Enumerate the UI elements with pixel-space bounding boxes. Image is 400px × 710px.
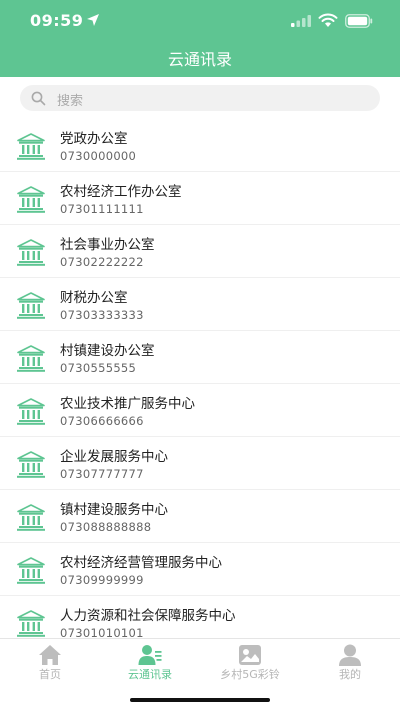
building-icon: [17, 504, 45, 531]
profile-icon: [339, 644, 361, 666]
list-item[interactable]: 企业发展服务中心 07307777777: [0, 437, 400, 490]
contact-phone: 07301111111: [60, 202, 144, 216]
contact-phone: 07307777777: [60, 467, 144, 481]
contact-phone: 07309999999: [60, 573, 144, 587]
home-icon: [39, 645, 61, 665]
tab-ringtone-label: 乡村5G彩铃: [220, 668, 280, 681]
contact-name: 镇村建设服务中心: [60, 502, 168, 518]
status-bar: 09:59: [0, 0, 400, 44]
ringtone-icon: [239, 645, 261, 665]
page-title: 云通讯录: [167, 50, 232, 69]
contact-phone: 0730000000: [60, 149, 137, 163]
tab-profile-label: 我的: [339, 668, 361, 681]
list-item[interactable]: 党政办公室 0730000000: [0, 119, 400, 172]
contact-phone: 07306666666: [60, 414, 144, 428]
contact-name: 村镇建设办公室: [60, 343, 155, 359]
list-item[interactable]: 财税办公室 07303333333: [0, 278, 400, 331]
list-item[interactable]: 农村经济工作办公室 07301111111: [0, 172, 400, 225]
contact-name: 党政办公室: [60, 131, 128, 147]
tab-home-label: 首页: [39, 668, 61, 681]
list-item[interactable]: 农村经济经营管理服务中心 07309999999: [0, 543, 400, 596]
contact-name: 人力资源和社会保障服务中心: [60, 608, 236, 624]
tab-ringtone[interactable]: 乡村5G彩铃: [200, 639, 300, 685]
home-indicator[interactable]: [130, 698, 270, 702]
contact-name: 企业发展服务中心: [60, 449, 168, 465]
list-item[interactable]: 社会事业办公室 07302222222: [0, 225, 400, 278]
search-icon: [31, 91, 46, 106]
building-icon: [17, 239, 45, 266]
building-icon: [17, 451, 45, 478]
cellular-signal-icon: [291, 15, 311, 27]
wifi-icon: [318, 13, 338, 27]
tab-profile[interactable]: 我的: [300, 639, 400, 685]
tab-contacts[interactable]: 云通讯录: [100, 639, 200, 685]
building-icon: [17, 345, 45, 372]
contact-list: 党政办公室 0730000000 农村经济工作办公室 07301111111 社…: [0, 119, 400, 638]
building-icon: [17, 186, 45, 213]
contact-phone: 0730555555: [60, 361, 137, 375]
tab-contacts-label: 云通讯录: [128, 668, 172, 681]
contact-name: 农村经济工作办公室: [60, 184, 182, 200]
building-icon: [17, 398, 45, 425]
tab-home[interactable]: 首页: [0, 639, 100, 685]
search-input-placeholder[interactable]: 搜索: [57, 90, 83, 109]
contact-name: 农业技术推广服务中心: [60, 396, 195, 412]
contact-name: 农村经济经营管理服务中心: [60, 555, 222, 571]
list-item[interactable]: 镇村建设服务中心 073088888888: [0, 490, 400, 543]
contact-phone: 073088888888: [60, 520, 152, 534]
status-time: 09:59: [30, 11, 84, 30]
contact-phone: 07302222222: [60, 255, 144, 269]
building-icon: [17, 557, 45, 584]
search-bar[interactable]: 搜索: [20, 85, 380, 111]
contact-name: 社会事业办公室: [60, 237, 155, 253]
location-arrow-icon: [87, 14, 99, 26]
battery-icon: [345, 14, 373, 28]
list-item[interactable]: 人力资源和社会保障服务中心 07301010101: [0, 596, 400, 638]
contacts-icon: [138, 645, 162, 665]
building-icon: [17, 610, 45, 637]
contact-phone: 07303333333: [60, 308, 144, 322]
building-icon: [17, 292, 45, 319]
header-bar: 09:59 云通讯录: [0, 0, 400, 77]
building-icon: [17, 133, 45, 160]
list-item[interactable]: 农业技术推广服务中心 07306666666: [0, 384, 400, 437]
contact-phone: 07301010101: [60, 626, 144, 638]
list-item[interactable]: 村镇建设办公室 0730555555: [0, 331, 400, 384]
contact-name: 财税办公室: [60, 290, 128, 306]
